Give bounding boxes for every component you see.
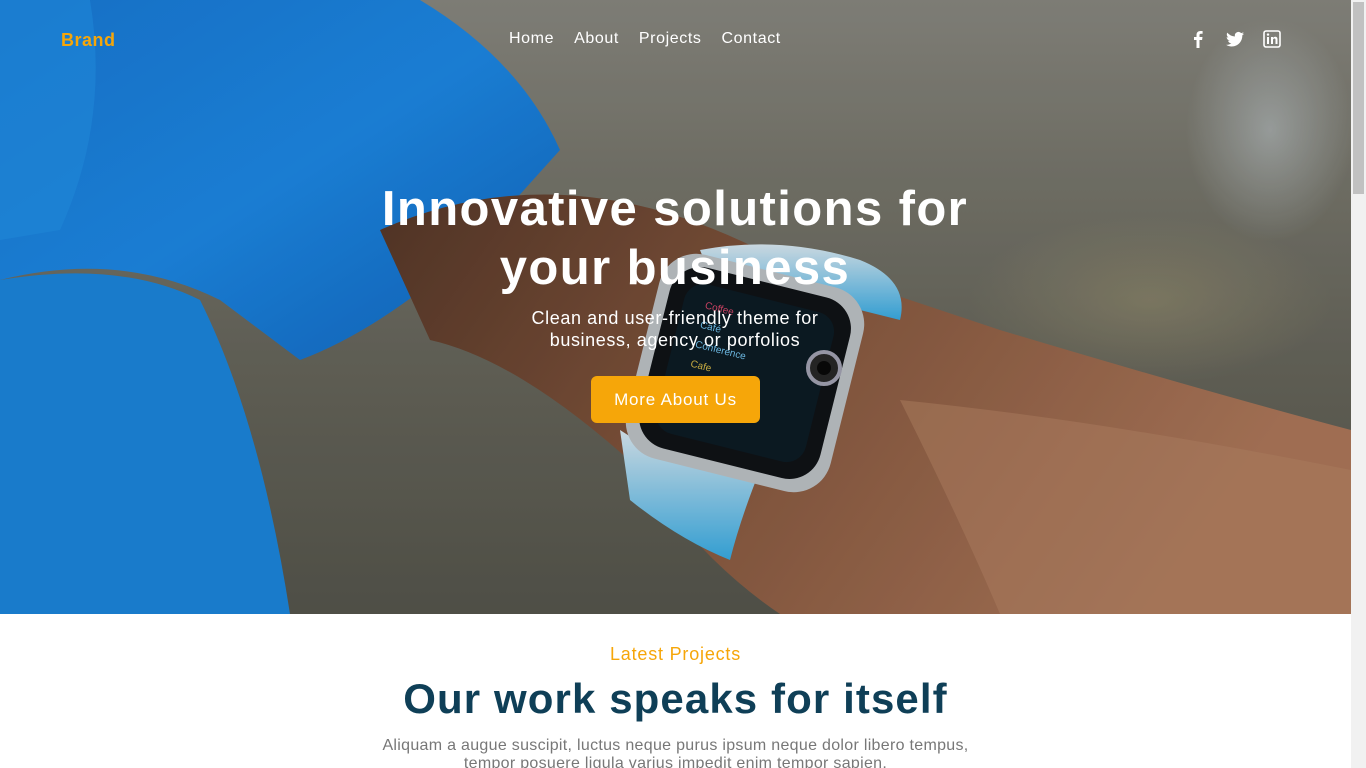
twitter-icon[interactable] <box>1225 29 1245 49</box>
hero-subtitle: Clean and user-friendly theme for busine… <box>531 308 819 350</box>
more-about-us-button[interactable]: More About Us <box>591 376 760 423</box>
brand-logo[interactable]: Brand <box>61 30 116 51</box>
projects-title: Our work speaks for itself <box>403 675 948 722</box>
scrollbar-thumb[interactable] <box>1353 2 1364 194</box>
social-links <box>1188 29 1282 49</box>
hero-section: Coffee Café Conference Cafe Brand Home A… <box>0 0 1351 614</box>
linkedin-icon[interactable] <box>1262 29 1282 49</box>
vertical-scrollbar[interactable] <box>1351 0 1366 768</box>
projects-eyebrow: Latest Projects <box>609 644 742 664</box>
main-nav: Home About Projects Contact <box>509 29 801 49</box>
nav-link-projects[interactable]: Projects <box>639 29 702 49</box>
facebook-icon[interactable] <box>1188 29 1208 49</box>
projects-description: Aliquam a augue suscipit, luctus neque p… <box>382 737 969 768</box>
hero-title: Innovative solutions for your business <box>381 182 969 295</box>
nav-link-contact[interactable]: Contact <box>722 29 781 49</box>
nav-link-home[interactable]: Home <box>509 29 554 49</box>
nav-link-about[interactable]: About <box>574 29 619 49</box>
